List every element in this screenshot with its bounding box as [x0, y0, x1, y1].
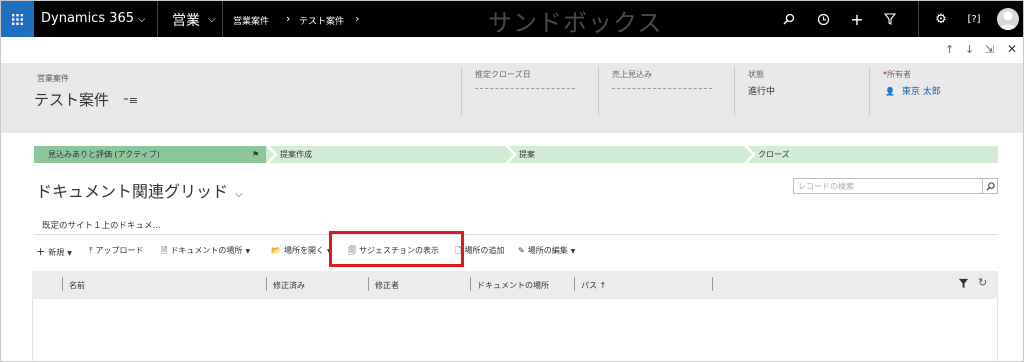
column-separator — [368, 277, 369, 291]
grid-body — [32, 299, 998, 361]
breadcrumb-separator-icon[interactable]: › — [355, 12, 359, 25]
grid-title[interactable]: ドキュメント関連グリッド ⌵ — [36, 178, 243, 202]
user-icon: 👤 — [885, 87, 895, 96]
new-button[interactable]: + 新規 ▼ — [36, 245, 72, 258]
process-stage-close[interactable]: クローズ — [744, 146, 998, 163]
document-location-button[interactable]: 🗎 ドキュメントの場所 ▼ — [161, 245, 250, 259]
grid-title-text: ドキュメント関連グリッド — [36, 182, 229, 201]
chevron-down-icon[interactable]: ⌵ — [208, 14, 216, 25]
column-header-path[interactable]: パス ↑ — [581, 280, 606, 291]
entity-type-label: 営業案件 — [37, 74, 69, 83]
search-icon[interactable] — [982, 179, 997, 193]
field-label: *所有者 — [883, 69, 911, 80]
settings-icon[interactable]: ⚙ — [933, 11, 949, 27]
plus-icon: + — [36, 245, 46, 258]
grid-column-header: 名前 修正済み 修正者 ドキュメントの場所 パス ↑ ↻ — [32, 271, 998, 299]
estimated-revenue-field[interactable]: 売上見込み — [598, 63, 733, 113]
owner-value[interactable]: 👤 東京 太郎 — [885, 84, 941, 97]
stage-label: 提案作成 — [280, 150, 312, 159]
breadcrumb-item[interactable]: テスト案件 — [299, 14, 344, 27]
field-label-text: 所有者 — [887, 70, 911, 79]
upload-icon: ⤒ — [89, 246, 93, 255]
tab-default-site[interactable]: 既定のサイト１上のドキュメ... — [42, 219, 161, 231]
chevron-down-icon: ▼ — [570, 248, 576, 255]
chevron-down-icon: ▼ — [245, 248, 251, 255]
column-separator — [712, 277, 713, 291]
top-nav-bar: Dynamics 365 ⌵ 営業 ⌵ 営業案件 › テスト案件 › サンドボッ… — [1, 1, 1023, 37]
new-button-label: 新規 — [48, 248, 65, 257]
nav-divider — [918, 1, 919, 37]
process-stage-propose[interactable]: 提案 — [505, 146, 747, 163]
estimated-close-date-field[interactable]: 推定クローズ日 — [461, 63, 596, 113]
column-header-document-location[interactable]: ドキュメントの場所 — [477, 280, 549, 291]
arrow-down-icon[interactable]: ↓ — [965, 43, 974, 56]
breadcrumb-item[interactable]: 営業案件 — [233, 14, 269, 27]
document-location-icon: 🗎 — [161, 246, 168, 255]
process-stage-qualify[interactable]: 見込みありと評価 (アクティブ) ⚑ — [34, 146, 276, 163]
column-header-modified[interactable]: 修正済み — [273, 280, 305, 291]
edit-location-button[interactable]: ✎ 場所の編集 ▼ — [518, 245, 575, 256]
divider — [34, 234, 998, 235]
upload-button[interactable]: ⤒ アップロード — [89, 245, 144, 256]
column-separator — [266, 277, 267, 291]
plus-icon[interactable]: + — [849, 10, 865, 29]
empty-value — [475, 88, 575, 89]
upload-button-label: アップロード — [95, 246, 144, 255]
arrow-up-icon[interactable]: ↑ — [945, 43, 954, 56]
app-name[interactable]: Dynamics 365 — [41, 11, 134, 26]
record-search-input[interactable]: レコードの検索 — [793, 178, 998, 194]
chevron-down-icon: ▼ — [67, 250, 72, 257]
close-icon[interactable]: ✕ — [1007, 42, 1017, 56]
edit-location-label: 場所の編集 — [527, 246, 568, 255]
field-label: 売上見込み — [612, 70, 652, 79]
search-placeholder: レコードの検索 — [798, 182, 854, 191]
open-location-label: 場所を開く — [283, 246, 324, 255]
status-field: 状態 進行中 — [734, 63, 869, 113]
chevron-down-icon[interactable]: ⌵ — [235, 189, 243, 200]
form-selector-icon[interactable]: ⁼≡ — [123, 94, 138, 107]
stage-label: 提案 — [519, 150, 535, 159]
flag-icon: ⚑ — [252, 150, 260, 159]
record-header: 営業案件 テスト案件 ⁼≡ 推定クローズ日 売上見込み 状態 進行中 *所有者 … — [1, 63, 1023, 133]
refresh-icon[interactable]: ↻ — [978, 276, 987, 289]
column-separator — [574, 277, 575, 291]
breadcrumb-separator-icon: › — [286, 12, 291, 25]
filter-icon[interactable] — [882, 11, 898, 27]
grid-filter-icon[interactable] — [958, 278, 969, 292]
process-stage-develop[interactable]: 提案作成 — [266, 146, 508, 163]
app-window: Dynamics 365 ⌵ 営業 ⌵ 営業案件 › テスト案件 › サンドボッ… — [0, 0, 1024, 362]
user-avatar[interactable] — [997, 8, 1019, 30]
nav-divider — [222, 1, 223, 37]
area-name[interactable]: 営業 — [172, 10, 200, 30]
empty-value — [612, 88, 712, 89]
column-separator — [470, 277, 471, 291]
column-separator — [62, 277, 63, 291]
help-icon[interactable]: [?] — [966, 11, 982, 27]
column-header-modified-by[interactable]: 修正者 — [375, 280, 399, 291]
document-location-label: ドキュメントの場所 — [170, 246, 243, 255]
waffle-icon[interactable] — [1, 1, 34, 37]
field-label: 状態 — [748, 70, 764, 79]
nav-divider — [157, 1, 158, 37]
edit-location-icon: ✎ — [518, 246, 525, 255]
add-location-label: 場所の追加 — [464, 246, 505, 255]
chevron-down-icon[interactable]: ⌵ — [138, 14, 146, 25]
recent-icon[interactable] — [815, 11, 831, 27]
popout-icon[interactable]: ⇲ — [985, 43, 994, 56]
record-title: テスト案件 — [34, 91, 110, 109]
highlight-annotation — [329, 231, 464, 267]
search-icon[interactable] — [781, 11, 797, 27]
column-header-name[interactable]: 名前 — [69, 280, 85, 291]
folder-open-icon: 📂 — [271, 246, 281, 255]
owner-link[interactable]: 東京 太郎 — [902, 87, 941, 97]
stage-label: クローズ — [758, 150, 790, 159]
status-value: 進行中 — [748, 87, 776, 97]
stage-label: 見込みありと評価 (アクティブ) — [48, 150, 160, 159]
owner-field[interactable]: *所有者 👤 東京 太郎 — [869, 63, 1019, 113]
form-body: 見込みありと評価 (アクティブ) ⚑ 提案作成 提案 クローズ ドキュメント関連… — [22, 133, 1006, 361]
field-label: 推定クローズ日 — [475, 70, 531, 79]
open-location-button[interactable]: 📂 場所を開く ▼ — [271, 245, 332, 256]
environment-banner: サンドボックス — [488, 9, 663, 37]
record-navigation-bar: ↑ ↓ ⇲ ✕ — [1, 37, 1023, 63]
